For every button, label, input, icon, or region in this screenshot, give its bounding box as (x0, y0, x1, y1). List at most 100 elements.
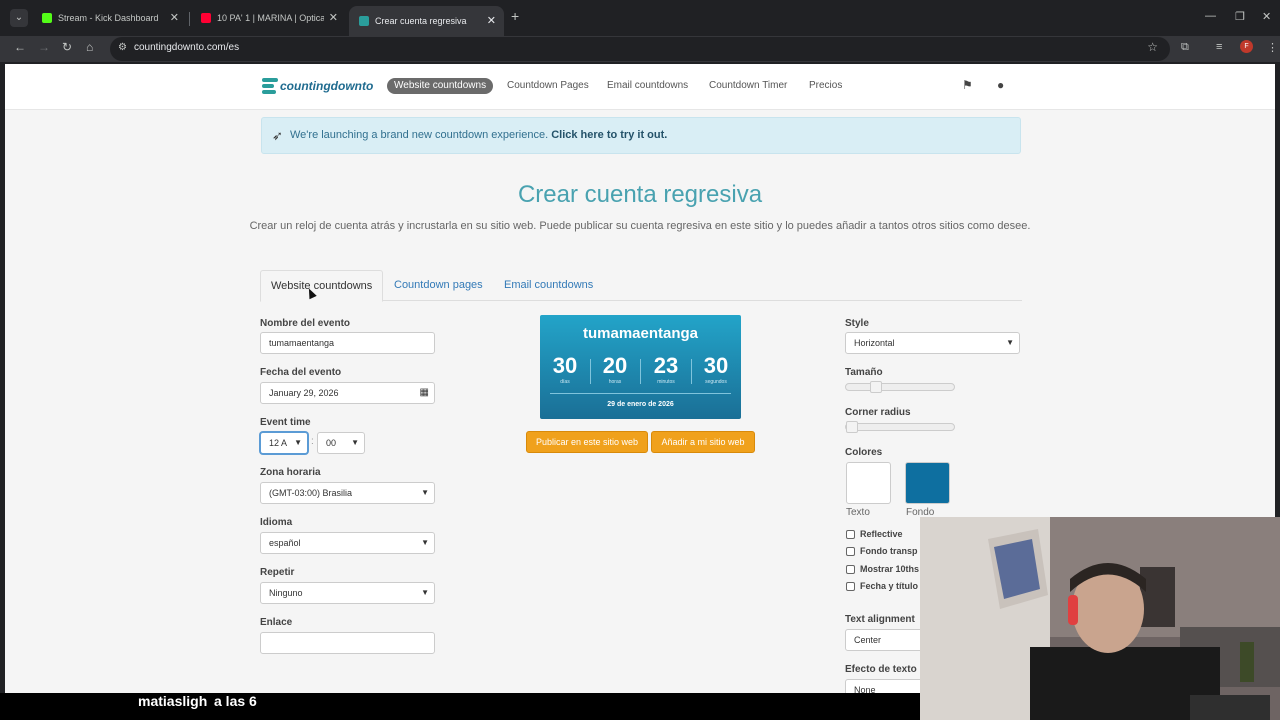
size-slider-handle[interactable] (870, 381, 882, 393)
date-title-label: Fecha y título (860, 581, 919, 591)
link-input[interactable] (260, 632, 435, 654)
language-value: español (269, 538, 301, 548)
event-name-label: Nombre del evento (260, 318, 351, 329)
tab-title: Crear cuenta regresiva (375, 16, 467, 26)
event-date-input[interactable]: January 29, 2026 ▦ (260, 382, 435, 404)
hour-select[interactable]: 12 A ▼ (260, 432, 308, 454)
corner-radius-slider[interactable] (845, 421, 955, 433)
nav-countdown-pages[interactable]: Countdown Pages (507, 78, 589, 94)
menu-icon[interactable]: ⋮ (1267, 41, 1278, 54)
size-slider[interactable] (845, 381, 955, 393)
stream-chat-overlay: matiasligh a las 6 (0, 693, 920, 720)
transparent-bg-label: Fondo transp (860, 546, 918, 556)
tab-countdown-pages[interactable]: Countdown pages (384, 270, 493, 301)
user-icon[interactable]: ● (997, 78, 1004, 92)
hour-value: 12 A (269, 438, 288, 448)
chevron-down-icon: ▼ (421, 488, 429, 497)
repeat-value: Ninguno (269, 588, 303, 598)
preview-date: 29 de enero de 2026 (607, 401, 674, 408)
repeat-label: Repetir (260, 567, 295, 578)
preview-seconds: 30 segundos (703, 353, 729, 385)
address-bar[interactable]: ⚙ countingdownto.com/es ☆ (110, 37, 1170, 61)
tab-title: Stream - Kick Dashboard (58, 13, 159, 23)
minimize-icon[interactable]: — (1205, 10, 1216, 22)
text-color-swatch[interactable] (846, 462, 891, 504)
reload-icon[interactable]: ↻ (62, 40, 72, 54)
chat-message: a las 6 (214, 693, 257, 709)
browser-tab-youtube[interactable]: 10 PA' 1 | MARINA | Optical - Yo ✕ (191, 6, 346, 31)
timezone-select[interactable]: (GMT-03:00) Brasilia ▼ (260, 482, 435, 504)
corner-radius-slider-handle[interactable] (846, 421, 858, 433)
language-label: Idioma (260, 517, 293, 528)
countingdownto-favicon-icon (359, 16, 369, 26)
reflective-label: Reflective (860, 529, 903, 539)
home-icon[interactable]: ⌂ (86, 40, 93, 54)
show-tenths-label: Mostrar 10ths (860, 564, 920, 574)
text-effect-label: Efecto de texto (845, 664, 917, 675)
close-tab-icon[interactable]: ✕ (329, 6, 338, 31)
style-label: Style (845, 318, 869, 329)
back-icon[interactable]: ← (14, 40, 26, 54)
minute-value: 00 (326, 438, 337, 448)
tab-website-countdowns[interactable]: Website countdowns (260, 270, 384, 302)
page-subtitle: Crear un reloj de cuenta atrás y incrust… (249, 220, 1031, 232)
browser-toolbar: ← → ↻ ⌂ ⚙ countingdownto.com/es ☆ ⧉ ≡ F … (0, 36, 1280, 62)
minute-select[interactable]: 00 ▼ (317, 432, 365, 454)
publish-button[interactable]: Publicar en este sitio web (526, 431, 648, 453)
calendar-icon[interactable]: ▦ (420, 383, 429, 403)
close-tab-icon[interactable]: ✕ (170, 6, 179, 31)
style-select[interactable]: Horizontal ▼ (845, 332, 1020, 354)
reflective-checkbox[interactable] (846, 530, 855, 539)
size-label: Tamaño (845, 367, 883, 378)
forward-icon[interactable]: → (38, 40, 50, 54)
tab-search-button[interactable]: ⌄ (10, 9, 28, 27)
background-color-swatch[interactable] (905, 462, 950, 504)
event-date-label: Fecha del evento (260, 367, 342, 378)
site-header: countingdownto Website countdowns Countd… (5, 64, 1275, 110)
add-to-site-button[interactable]: Añadir a mi sitio web (651, 431, 755, 453)
close-window-icon[interactable]: ✕ (1262, 10, 1271, 23)
restore-icon[interactable]: ❐ (1235, 10, 1245, 23)
browser-tab-kick[interactable]: Stream - Kick Dashboard ✕ (32, 6, 187, 31)
browser-tab-countdown[interactable]: Crear cuenta regresiva ✕ (349, 6, 504, 36)
new-tab-icon[interactable]: + (511, 8, 519, 24)
media-controls-icon[interactable]: ≡ (1216, 41, 1222, 53)
repeat-select[interactable]: Ninguno ▼ (260, 582, 435, 604)
flag-icon[interactable]: ⚑ (962, 78, 973, 92)
nav-email-countdowns[interactable]: Email countdowns (607, 78, 688, 94)
preview-days: 30 días (552, 353, 578, 385)
timezone-value: (GMT-03:00) Brasilia (269, 488, 353, 498)
nav-countdown-timer[interactable]: Countdown Timer (709, 78, 787, 94)
nav-website-countdowns[interactable]: Website countdowns (387, 78, 494, 94)
close-tab-icon[interactable]: ✕ (487, 6, 496, 36)
rocket-icon: ➶ (272, 128, 283, 143)
countdown-type-tabs: Website countdowns Countdown pages Email… (260, 270, 1022, 302)
chevron-down-icon: ▼ (1006, 338, 1014, 347)
chevron-down-icon: ▼ (294, 438, 302, 447)
show-tenths-checkbox[interactable] (846, 565, 855, 574)
webcam-overlay (920, 517, 1280, 720)
bookmark-star-icon[interactable]: ☆ (1147, 40, 1158, 54)
preview-minutes: 23 minutos (653, 353, 679, 385)
transparent-bg-checkbox[interactable] (846, 547, 855, 556)
event-name-input[interactable]: tumamaentanga (260, 332, 435, 354)
logo-icon (262, 78, 278, 96)
text-color-label: Texto (846, 507, 870, 518)
profile-avatar[interactable]: F (1240, 40, 1253, 53)
webcam-feed-image (920, 517, 1280, 720)
site-info-icon[interactable]: ⚙ (118, 42, 127, 53)
nav-precios[interactable]: Precios (809, 78, 842, 94)
preview-hours: 20 horas (602, 353, 628, 385)
extensions-icon[interactable]: ⧉ (1181, 41, 1189, 54)
url-text[interactable]: countingdownto.com/es (134, 42, 239, 53)
timezone-label: Zona horaria (260, 467, 321, 478)
chevron-down-icon: ▼ (421, 588, 429, 597)
banner-link[interactable]: Click here to try it out. (551, 129, 667, 141)
announcement-banner: ➶ We're launching a brand new countdown … (261, 117, 1021, 154)
browser-tab-strip: ⌄ Stream - Kick Dashboard ✕ 10 PA' 1 | M… (0, 0, 1280, 36)
date-title-checkbox[interactable] (846, 582, 855, 591)
page-title: Crear cuenta regresiva (517, 181, 763, 208)
tab-email-countdowns[interactable]: Email countdowns (494, 270, 603, 301)
colors-label: Colores (845, 447, 883, 458)
language-select[interactable]: español ▼ (260, 532, 435, 554)
